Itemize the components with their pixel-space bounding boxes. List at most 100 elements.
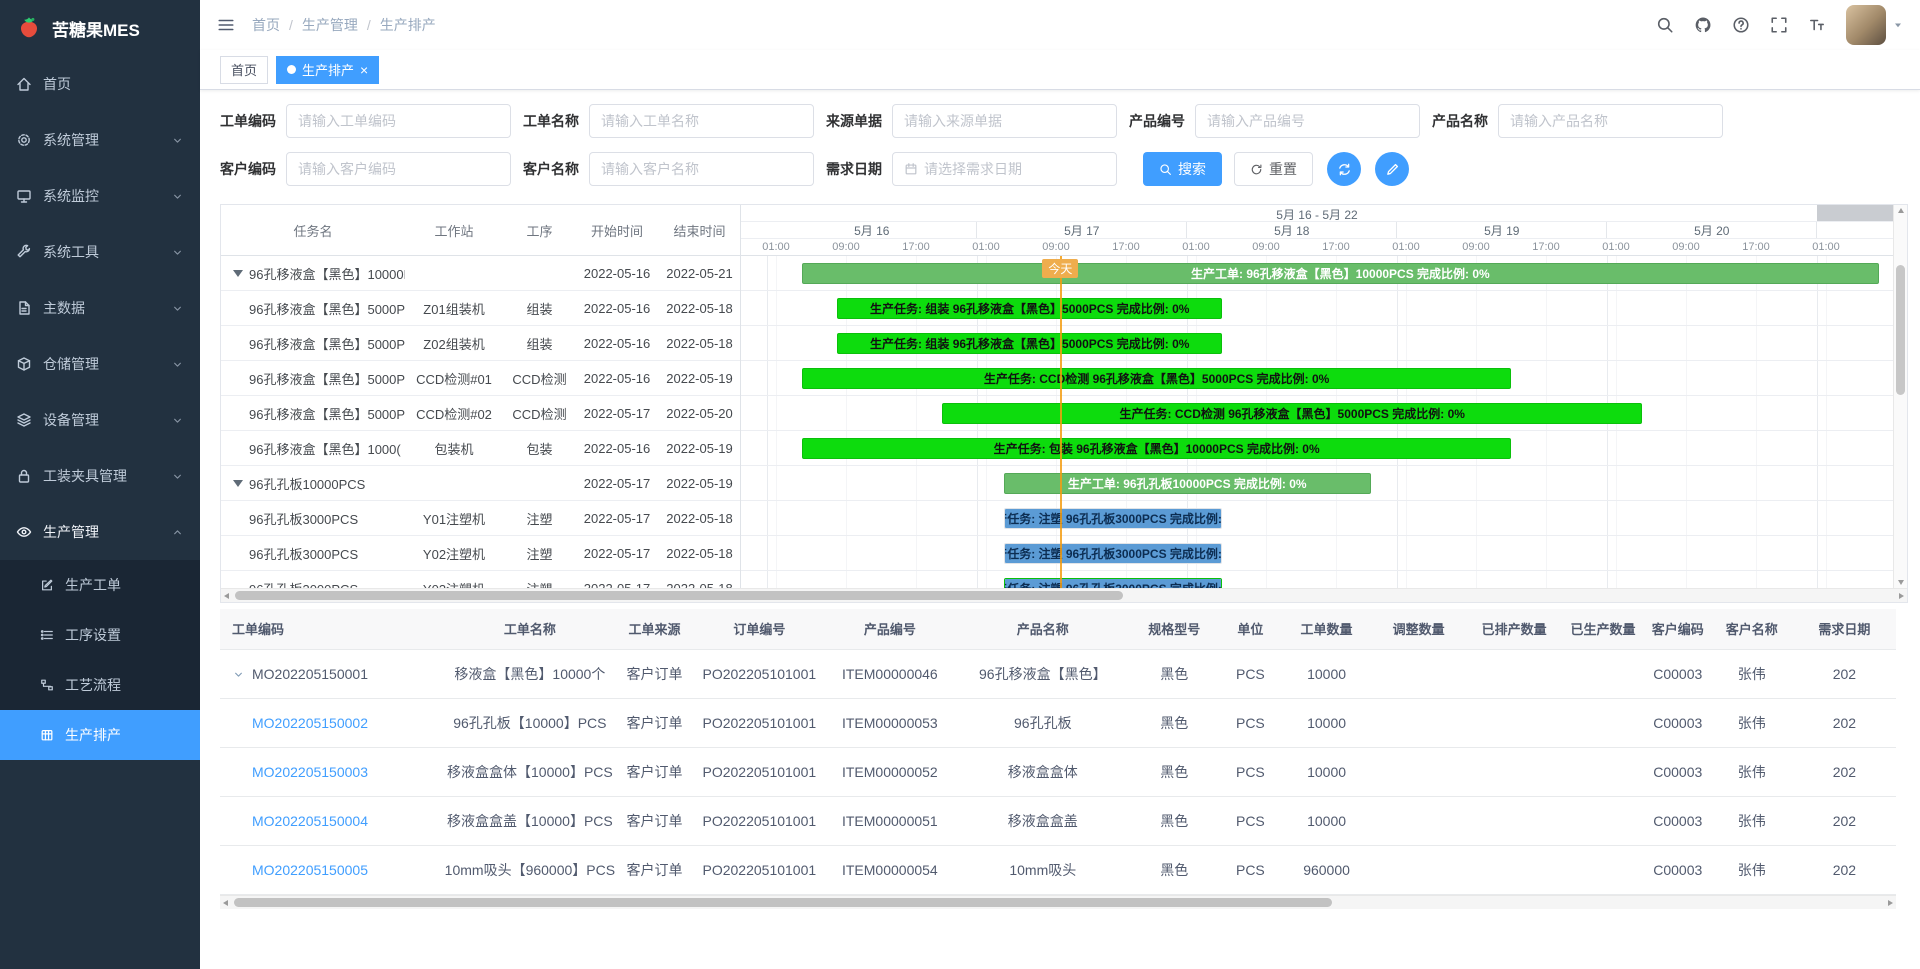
box-icon — [16, 356, 32, 372]
gantt-task-row[interactable]: 96孔孔板3000PCSY03注塑机注塑2022-05-172022-05-18 — [221, 571, 740, 588]
tab-home[interactable]: 首页 — [220, 56, 268, 84]
fullscreen-button[interactable] — [1762, 5, 1796, 45]
gantt-vertical-scrollbar[interactable] — [1893, 205, 1907, 588]
gantt-horizontal-scrollbar[interactable] — [221, 588, 1907, 602]
orders-horizontal-scroll-thumb[interactable] — [234, 898, 1332, 907]
sidebar-item-production-mgmt[interactable]: 生产管理 — [0, 504, 200, 560]
orders-horizontal-scrollbar[interactable] — [220, 895, 1896, 909]
gantt-task-row[interactable]: 96孔移液盒【黑色】5000PCCD检测#02CCD检测2022-05-1720… — [221, 396, 740, 431]
workorder-code-input-wrap — [286, 104, 511, 138]
orders-row[interactable]: MO202205150003移液盒盒体【10000】PCS客户订单PO20220… — [220, 747, 1896, 796]
workorder-code-link[interactable]: MO202205150002 — [252, 715, 368, 731]
user-menu[interactable] — [1846, 5, 1904, 45]
hour-label: 01:00 — [762, 241, 790, 253]
help-button[interactable] — [1724, 5, 1758, 45]
sidebar-item-system-monitor[interactable]: 系统监控 — [0, 168, 200, 224]
avatar[interactable] — [1846, 5, 1886, 45]
sidebar-item-home[interactable]: 首页 — [0, 56, 200, 112]
workorder-code-input[interactable] — [298, 113, 499, 129]
workorder-code-link[interactable]: MO202205150003 — [252, 764, 368, 780]
gantt-bar[interactable]: 生产任务: 注塑 96孔孔板3000PCS 完成比例: 0% — [1004, 508, 1223, 529]
gantt-task-row[interactable]: 96孔孔板3000PCSY01注塑机注塑2022-05-172022-05-18 — [221, 501, 740, 536]
source-doc-input[interactable] — [904, 113, 1105, 129]
gantt-task-row[interactable]: 96孔移液盒【黑色】5000PZ02组装机组装2022-05-162022-05… — [221, 326, 740, 361]
gantt-bar[interactable]: 生产任务: 注塑 96孔孔板3000PCS 完成比例: 0% — [1004, 543, 1223, 564]
edit-button[interactable] — [1375, 152, 1409, 186]
gantt-bar[interactable]: 生产任务: 组装 96孔移液盒【黑色】5000PCS 完成比例: 0% — [837, 298, 1222, 319]
hour-label: 01:00 — [1812, 241, 1840, 253]
gantt-bar[interactable]: 生产任务: 组装 96孔移液盒【黑色】5000PCS 完成比例: 0% — [837, 333, 1222, 354]
sidebar-toggle-button[interactable] — [200, 16, 252, 34]
breadcrumb-item[interactable]: 生产管理 — [302, 15, 358, 35]
filter-label: 产品名称 — [1432, 111, 1488, 131]
search-button[interactable] — [1648, 5, 1682, 45]
reset-button[interactable]: 重置 — [1234, 152, 1313, 186]
reset-button-label: 重置 — [1269, 159, 1297, 179]
workorder-code-link[interactable]: MO202205150004 — [252, 813, 368, 829]
gantt-bar[interactable]: 生产工单: 96孔孔板10000PCS 完成比例: 0% — [1004, 473, 1372, 494]
sidebar-item-process-flow[interactable]: 工艺流程 — [0, 660, 200, 710]
product-code-input[interactable] — [1207, 113, 1408, 129]
refresh-button[interactable] — [1327, 152, 1361, 186]
font-size-button[interactable] — [1800, 5, 1834, 45]
orders-cell — [1561, 845, 1645, 894]
scroll-up-icon[interactable] — [1898, 208, 1904, 213]
scroll-left-icon[interactable] — [224, 593, 229, 599]
orders-column-header: 工单来源 — [615, 609, 694, 649]
orders-row[interactable]: MO202205150001移液盒【黑色】10000个客户订单PO2022051… — [220, 649, 1896, 698]
gantt-bar[interactable]: 生产工单: 96孔移液盒【黑色】10000PCS 完成比例: 0% — [802, 263, 1878, 284]
breadcrumb-item[interactable]: 首页 — [252, 15, 280, 35]
customer-code-input[interactable] — [298, 161, 499, 177]
workorder-name-input[interactable] — [601, 113, 802, 129]
logo[interactable]: 苦糖果MES — [0, 0, 200, 56]
task-process: 组装 — [503, 299, 576, 318]
gantt-bar[interactable]: 生产任务: 注塑 96孔孔板3000PCS 完成比例: 0% — [1004, 578, 1223, 588]
sidebar-item-warehouse-mgmt[interactable]: 仓储管理 — [0, 336, 200, 392]
sidebar-item-system-tools[interactable]: 系统工具 — [0, 224, 200, 280]
gantt-task-row[interactable]: 96孔移液盒【黑色】10000P(2022-05-162022-05-21 — [221, 256, 740, 291]
sidebar-item-label: 设备管理 — [43, 410, 160, 430]
workorder-code-link[interactable]: MO202205150005 — [252, 862, 368, 878]
gantt-bar[interactable]: 生产任务: 包装 96孔移液盒【黑色】10000PCS 完成比例: 0% — [802, 438, 1511, 459]
breadcrumb-item[interactable]: 生产排产 — [380, 15, 436, 35]
refresh-icon — [1250, 163, 1263, 176]
sidebar-item-fixture-mgmt[interactable]: 工装夹具管理 — [0, 448, 200, 504]
task-process: 包装 — [503, 439, 576, 458]
gantt-bar[interactable]: 生产任务: CCD检测 96孔移液盒【黑色】5000PCS 完成比例: 0% — [942, 403, 1642, 424]
sidebar-item-equipment-mgmt[interactable]: 设备管理 — [0, 392, 200, 448]
gantt-task-row[interactable]: 96孔移液盒【黑色】5000PZ01组装机组装2022-05-162022-05… — [221, 291, 740, 326]
gantt-horizontal-scroll-thumb[interactable] — [235, 591, 1123, 600]
gantt-task-row[interactable]: 96孔孔板10000PCS2022-05-172022-05-19 — [221, 466, 740, 501]
scroll-right-icon[interactable] — [1888, 900, 1893, 906]
gantt-task-row[interactable]: 96孔孔板3000PCSY02注塑机注塑2022-05-172022-05-18 — [221, 536, 740, 571]
gantt-bar[interactable]: 生产任务: CCD检测 96孔移液盒【黑色】5000PCS 完成比例: 0% — [802, 368, 1511, 389]
search-button[interactable]: 搜索 — [1143, 152, 1222, 186]
sidebar-item-production-scheduling[interactable]: 生产排产 — [0, 710, 200, 760]
orders-row[interactable]: MO202205150004移液盒盒盖【10000】PCS客户订单PO20220… — [220, 796, 1896, 845]
demand-date-input[interactable] — [924, 161, 1105, 177]
gantt-task-row[interactable]: 96孔移液盒【黑色】1000(包装机包装2022-05-162022-05-19 — [221, 431, 740, 466]
chevron-down-icon — [171, 246, 184, 259]
workorder-code-link[interactable]: MO202205150001 — [252, 666, 368, 682]
close-icon[interactable]: × — [360, 63, 368, 77]
scroll-right-icon[interactable] — [1899, 593, 1904, 599]
tab-production-scheduling[interactable]: 生产排产× — [276, 56, 379, 84]
customer-name-input[interactable] — [601, 161, 802, 177]
collapse-triangle-icon[interactable] — [233, 480, 243, 487]
product-name-input[interactable] — [1510, 113, 1711, 129]
orders-row[interactable]: MO20220515000296孔孔板【10000】PCS客户订单PO20220… — [220, 698, 1896, 747]
row-expand-icon[interactable] — [232, 668, 252, 681]
collapse-triangle-icon[interactable] — [233, 270, 243, 277]
sidebar-item-production-workorder[interactable]: 生产工单 — [0, 560, 200, 610]
sidebar-item-system-mgmt[interactable]: 系统管理 — [0, 112, 200, 168]
source-code-button[interactable] — [1686, 5, 1720, 45]
orders-row[interactable]: MO20220515000510mm吸头【960000】PCS客户订单PO202… — [220, 845, 1896, 894]
gantt-task-row[interactable]: 96孔移液盒【黑色】5000PCCD检测#01CCD检测2022-05-1620… — [221, 361, 740, 396]
vertical-scroll-thumb[interactable] — [1896, 265, 1905, 395]
top-navbar: 首页/生产管理/生产排产 — [200, 0, 1920, 50]
scroll-left-icon[interactable] — [223, 900, 228, 906]
sidebar-item-process-settings[interactable]: 工序设置 — [0, 610, 200, 660]
scroll-down-icon[interactable] — [1898, 580, 1904, 585]
sidebar-item-label: 系统工具 — [43, 242, 160, 262]
sidebar-item-master-data[interactable]: 主数据 — [0, 280, 200, 336]
